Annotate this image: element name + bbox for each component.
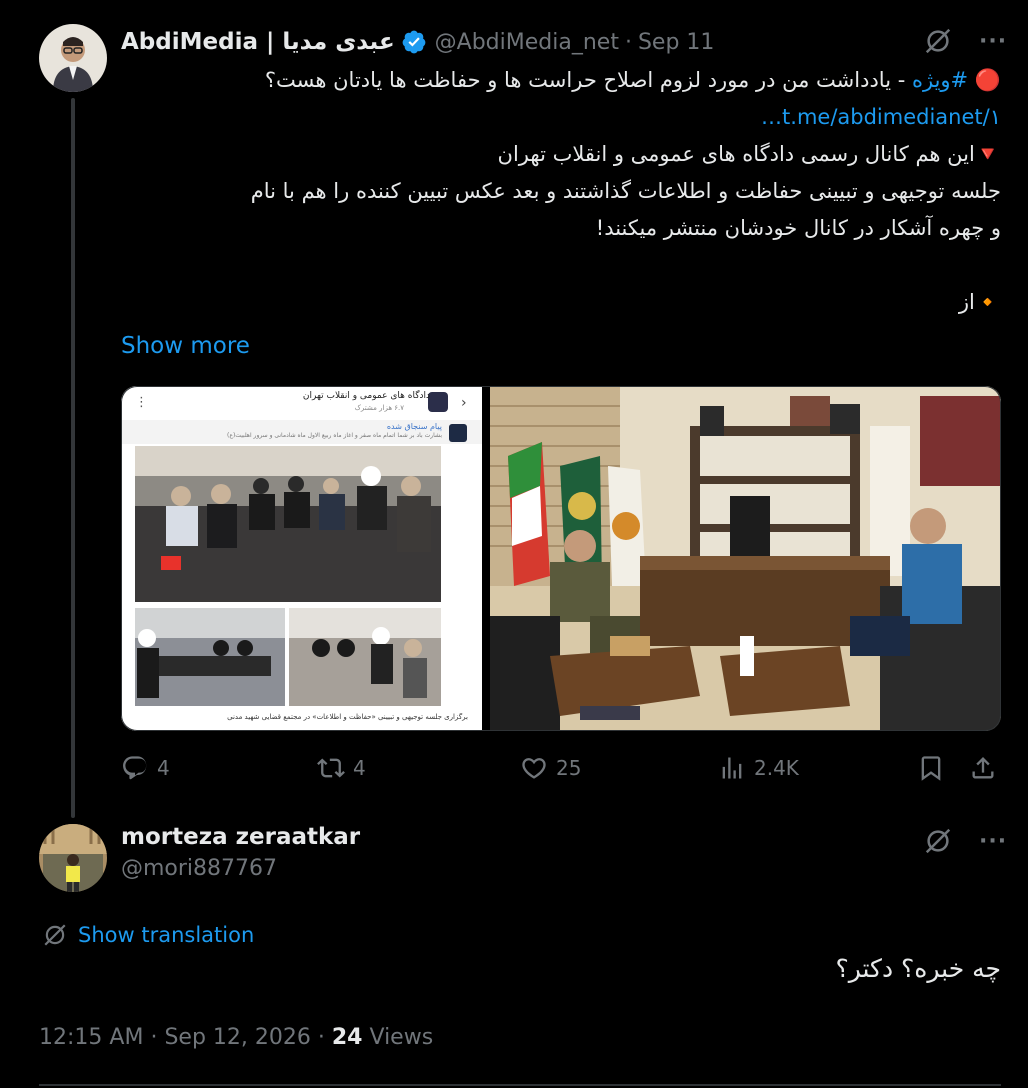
author-handle[interactable]: @AbdiMedia_net (435, 30, 619, 55)
reply-header: morteza zeraatkar @mori887767 (121, 824, 360, 881)
meta-time[interactable]: 12:15 AM (39, 1025, 143, 1050)
meta-separator: · (317, 1025, 325, 1050)
verified-icon (402, 30, 426, 54)
more-icon[interactable]: ··· (979, 829, 1007, 854)
meta-views-count: 24 (331, 1025, 363, 1050)
red-circle-emoji: 🔴 (974, 68, 1001, 92)
reply-button[interactable]: 4 (121, 754, 170, 782)
tweet-line-6 (121, 247, 1001, 284)
telegram-channel-members: ۶.۷ هزار مشترک (354, 404, 404, 412)
office-photo-graphic (490, 386, 1001, 731)
telegram-post-caption: برگزاری جلسه توجیهی و تبیینی «حفاظت و اط… (227, 713, 468, 721)
repost-icon (317, 758, 345, 778)
reply-author-name[interactable]: morteza zeraatkar (121, 824, 360, 850)
telegram-channel-title: دادگاه های عمومی و انقلاب تهران (302, 391, 430, 401)
show-translation-button[interactable]: Show translation (42, 922, 254, 948)
media-image-telegram-screenshot[interactable]: ⋮ › دادگاه های عمومی و انقلاب تهران ۶.۷ … (121, 386, 482, 731)
hashtag-link[interactable]: #ویژه (912, 68, 968, 92)
tweet-meta: 12:15 AM · Sep 12, 2026 · 24 Views (39, 1025, 433, 1050)
reply-top-actions: ··· (923, 826, 1007, 856)
separator-dot: · (624, 29, 632, 55)
tweet-body: 🔴 #ویژه - یادداشت من در مورد لزوم اصلاح … (121, 62, 1001, 321)
meta-views-label: Views (369, 1025, 434, 1050)
show-more-link[interactable]: Show more (121, 333, 250, 359)
reply-text: چه خبره؟ دکتر؟ (835, 954, 1001, 983)
views-button[interactable]: 2.4K (718, 754, 799, 782)
more-icon[interactable]: ··· (979, 29, 1007, 54)
tweet-header: AbdiMedia | عبدی مدیا @AbdiMedia_net · S… (121, 24, 714, 60)
bookmark-button[interactable] (917, 754, 945, 782)
svg-text:›: › (461, 395, 467, 411)
tweet-line-5: و چهره آشکار در کانال خودشان منتشر میکنن… (595, 216, 1001, 240)
views-count: 2.4K (754, 756, 799, 780)
like-button[interactable]: 25 (520, 754, 581, 782)
tweet-line-text: - یادداشت من در مورد لزوم اصلاح حراست ها… (264, 68, 912, 92)
repost-button[interactable]: 4 (317, 754, 366, 782)
translate-icon (44, 924, 66, 946)
svg-text:⋮: ⋮ (135, 395, 148, 410)
reply-author-handle[interactable]: @mori887767 (121, 856, 360, 881)
telegram-link[interactable]: t.me/abdimedianet/۱… (761, 105, 1001, 129)
like-count: 25 (556, 756, 582, 780)
tweet-line-3: 🔻این هم کانال رسمی دادگاه های عمومی و ان… (497, 142, 1001, 166)
tweet-line-2: t.me/abdimedianet/۱… (121, 99, 1001, 136)
reply-author-avatar[interactable] (39, 824, 107, 892)
tweet-top-actions: ··· (923, 26, 1007, 56)
like-icon (522, 758, 546, 779)
tweet-action-bar: 4 4 25 2.4K (121, 750, 1001, 790)
share-button[interactable] (969, 754, 997, 782)
bookmark-icon (921, 756, 941, 781)
repost-count: 4 (353, 756, 366, 780)
telegram-pinned-text: بشارت باد بر شما اتمام ماه صفر و آغاز ما… (227, 432, 442, 439)
telegram-pinned-label: پیام سنجاق شده (386, 422, 442, 431)
tweet-line-7: 🔸از (958, 290, 1001, 314)
thread-connector-line (71, 98, 75, 818)
share-icon (972, 757, 994, 779)
reply-icon (123, 756, 147, 780)
author-avatar[interactable] (39, 24, 107, 92)
show-translation-label: Show translation (78, 923, 255, 947)
divider (39, 1084, 1001, 1086)
views-icon (722, 757, 742, 779)
media-image-office-meeting[interactable] (490, 386, 1001, 731)
tweet-line-1: 🔴 #ویژه - یادداشت من در مورد لزوم اصلاح … (121, 62, 1001, 99)
grok-icon[interactable] (923, 26, 953, 56)
meta-date[interactable]: Sep 12, 2026 (164, 1025, 310, 1050)
tweet-line-4: جلسه توجیهی و تبیینی حفاظت و اطلاعات گذا… (250, 179, 1001, 203)
grok-icon[interactable] (923, 826, 953, 856)
meta-separator: · (150, 1025, 158, 1050)
author-name[interactable]: AbdiMedia | عبدی مدیا (121, 29, 395, 55)
reply-count: 4 (157, 756, 170, 780)
tweet-date[interactable]: Sep 11 (638, 30, 714, 55)
